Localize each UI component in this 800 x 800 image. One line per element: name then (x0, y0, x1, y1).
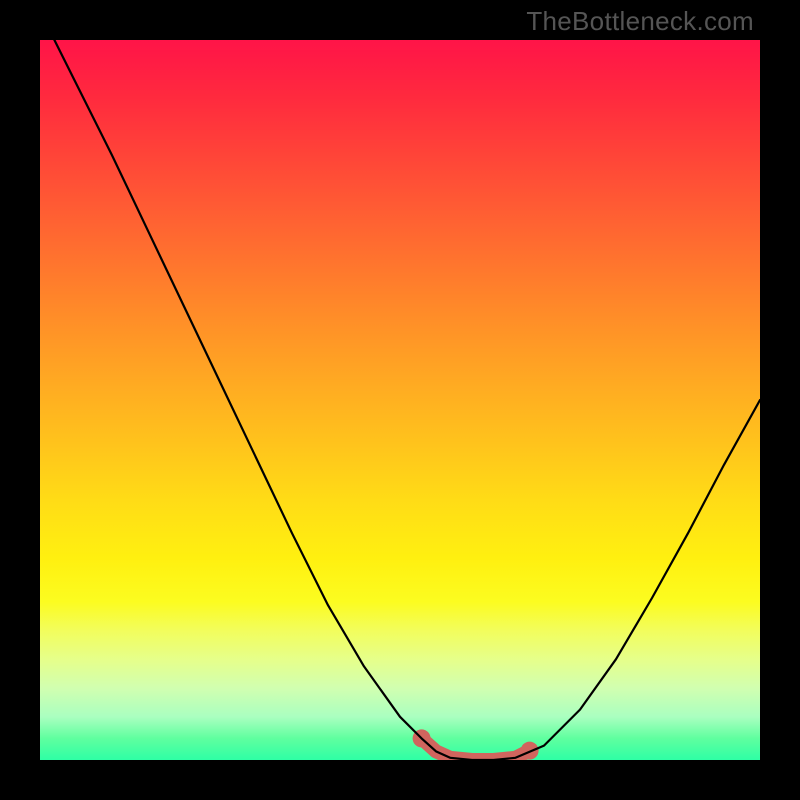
highlight-start-dot (413, 729, 431, 747)
chart-frame: TheBottleneck.com (0, 0, 800, 800)
plot-area (40, 40, 760, 760)
watermark-label: TheBottleneck.com (526, 6, 754, 37)
highlight-band-path (422, 738, 530, 760)
highlight-end-dot (521, 742, 539, 760)
curve-path (54, 40, 760, 760)
chart-svg (40, 40, 760, 760)
